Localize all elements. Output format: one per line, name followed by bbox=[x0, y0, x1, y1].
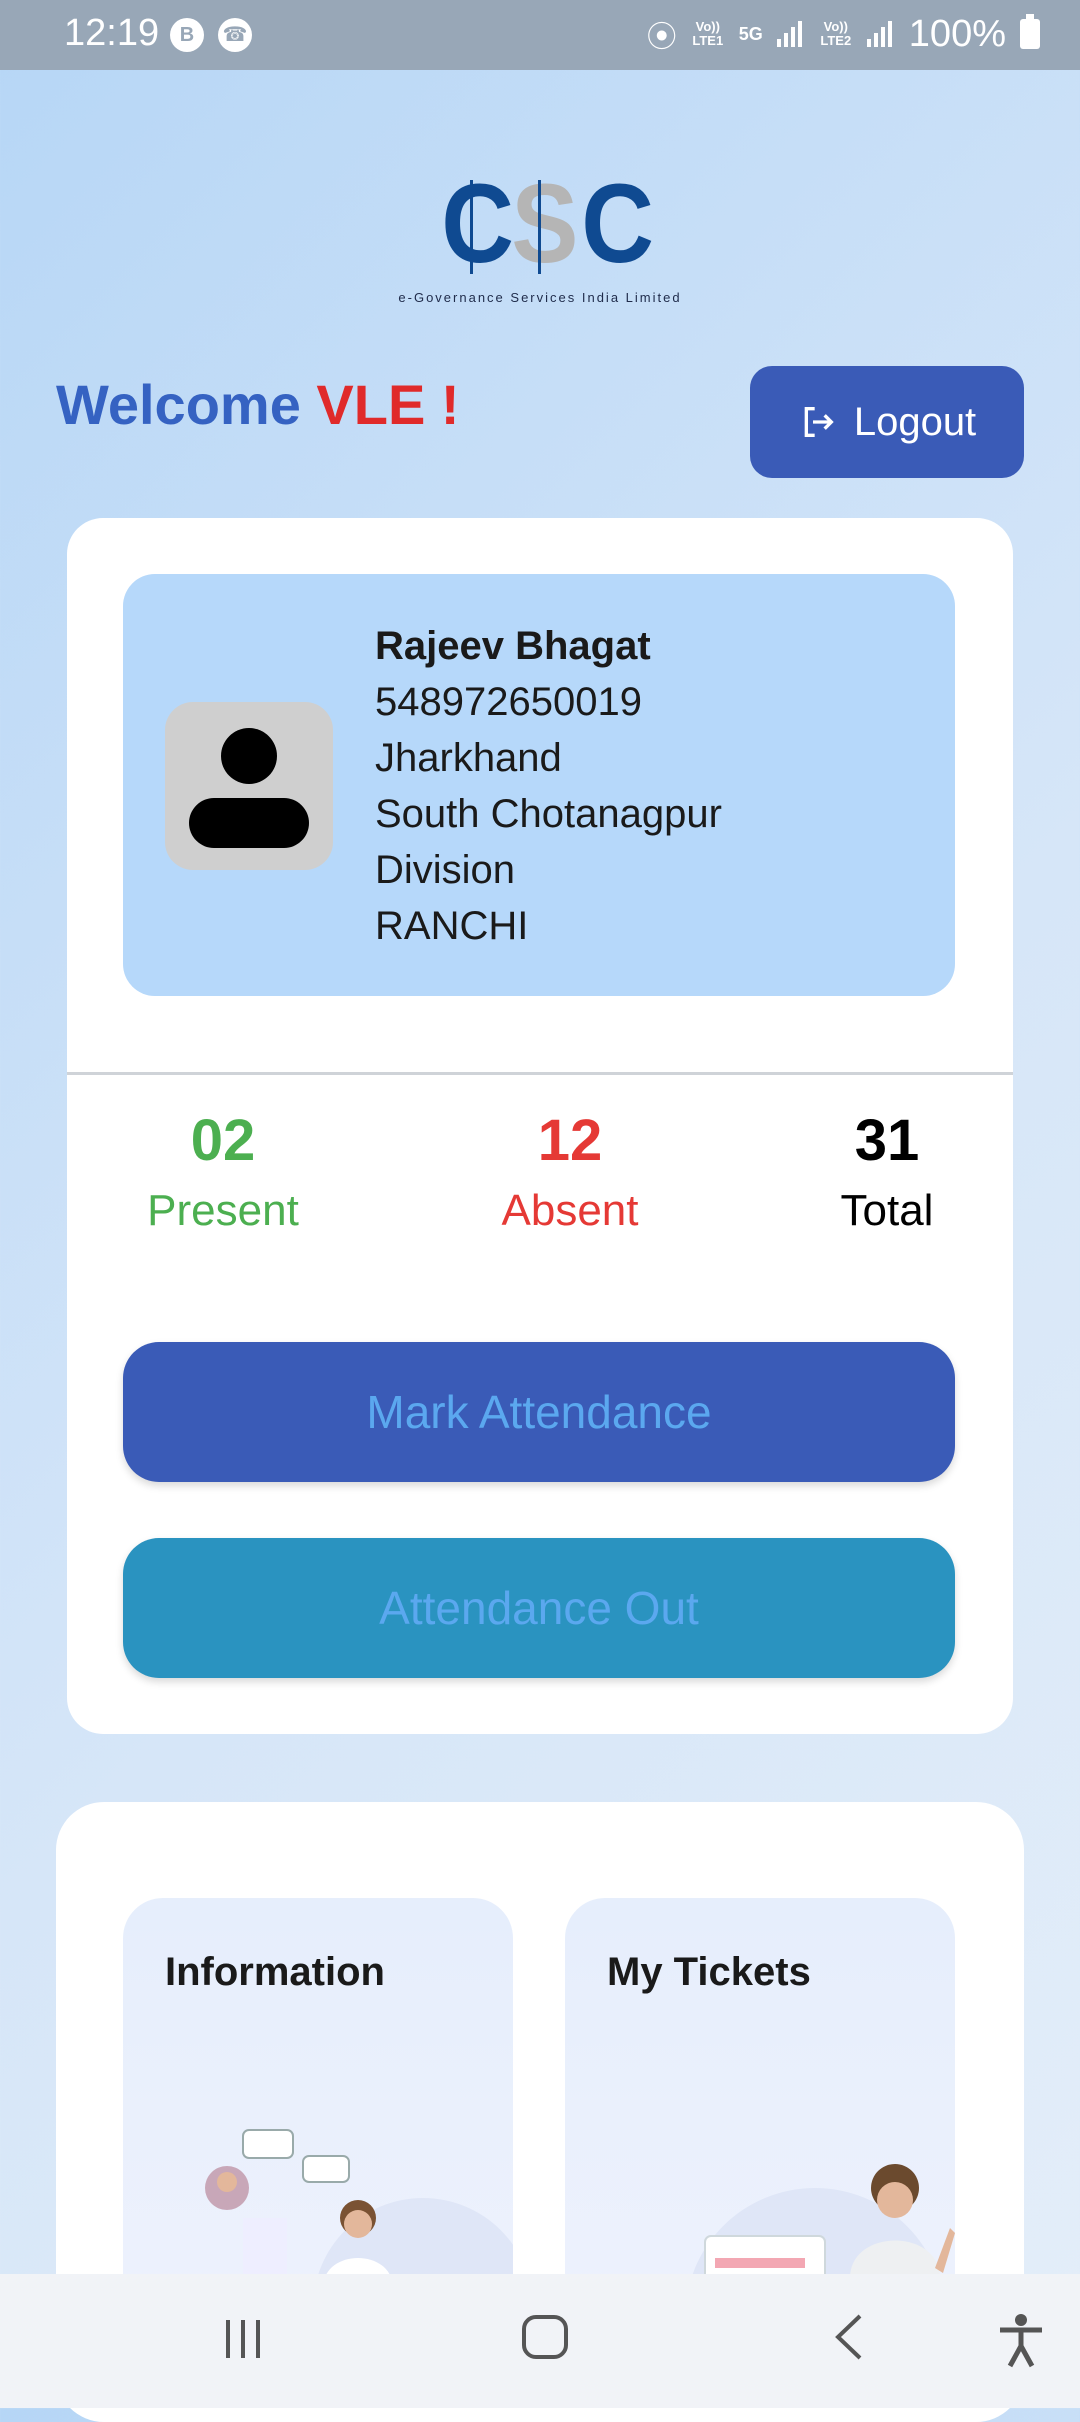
back-icon[interactable] bbox=[830, 2312, 870, 2362]
profile-division-line1: South Chotanagpur bbox=[375, 792, 722, 836]
battery-icon bbox=[1020, 14, 1040, 49]
profile-district: RANCHI bbox=[375, 904, 529, 948]
attendance-out-button[interactable]: Attendance Out bbox=[123, 1538, 955, 1678]
profile-panel: Rajeev Bhagat 548972650019 Jharkhand Sou… bbox=[123, 574, 955, 996]
logout-button[interactable]: Logout bbox=[750, 366, 1024, 478]
signal-2-icon bbox=[866, 21, 895, 47]
total-label: Total bbox=[840, 1186, 934, 1235]
welcome-heading: Welcome VLE ! bbox=[56, 372, 460, 437]
avatar bbox=[165, 702, 333, 870]
logo-letter-c2: C bbox=[581, 161, 655, 286]
profile-state: Jharkhand bbox=[375, 736, 562, 780]
present-label: Present bbox=[147, 1186, 299, 1235]
stat-absent: 12 Absent bbox=[450, 1106, 690, 1246]
status-right: ⦿ Vo)) LTE1 5G Vo)) LTE2 100% bbox=[647, 12, 1040, 56]
signal-1-icon bbox=[776, 21, 805, 47]
b-app-icon: B bbox=[170, 18, 204, 52]
welcome-user: VLE ! bbox=[316, 373, 460, 436]
network-1-label: Vo)) LTE1 bbox=[692, 19, 724, 48]
logo-divider-left bbox=[470, 180, 473, 274]
logo-divider-right bbox=[538, 180, 541, 274]
card-divider bbox=[67, 1072, 1013, 1075]
attendance-card: Rajeev Bhagat 548972650019 Jharkhand Sou… bbox=[67, 518, 1013, 1734]
user-icon bbox=[189, 728, 309, 848]
welcome-text: Welcome bbox=[56, 373, 301, 436]
my-tickets-title: My Tickets bbox=[607, 1950, 811, 1994]
profile-division-line2: Division bbox=[375, 848, 516, 892]
stat-total: 31 Total bbox=[767, 1106, 1007, 1246]
network-2-label: Vo)) LTE2 bbox=[820, 19, 852, 48]
csc-logo: C S C e-Governance Services India Limite… bbox=[362, 161, 718, 312]
absent-label: Absent bbox=[501, 1186, 639, 1235]
system-nav-bar bbox=[0, 2274, 1080, 2408]
recent-apps-icon[interactable] bbox=[218, 2312, 268, 2362]
mark-attendance-button[interactable]: Mark Attendance bbox=[123, 1342, 955, 1482]
absent-count: 12 bbox=[537, 1108, 603, 1173]
logout-label: Logout bbox=[853, 399, 977, 444]
hotspot-icon: ⦿ bbox=[646, 21, 677, 54]
stat-present: 02 Present bbox=[103, 1106, 343, 1246]
status-bar: 12:19 B ☎ ⦿ Vo)) LTE1 5G Vo)) LTE2 100% bbox=[0, 0, 1080, 70]
profile-name: Rajeev Bhagat bbox=[375, 624, 651, 668]
phone-app-icon: ☎ bbox=[218, 18, 252, 52]
home-icon[interactable] bbox=[518, 2312, 574, 2362]
present-count: 02 bbox=[190, 1108, 256, 1173]
profile-details: Rajeev Bhagat 548972650019 Jharkhand Sou… bbox=[375, 618, 722, 954]
profile-id: 548972650019 bbox=[375, 680, 642, 724]
logo-tagline: e-Governance Services India Limited bbox=[398, 290, 682, 305]
logout-icon bbox=[804, 407, 834, 437]
5g-label: 5G bbox=[738, 24, 763, 44]
battery-percent: 100% bbox=[908, 12, 1006, 55]
total-count: 31 bbox=[854, 1108, 920, 1173]
information-title: Information bbox=[165, 1950, 385, 1994]
status-time: 12:19 bbox=[64, 12, 160, 54]
accessibility-icon[interactable] bbox=[996, 2312, 1046, 2368]
